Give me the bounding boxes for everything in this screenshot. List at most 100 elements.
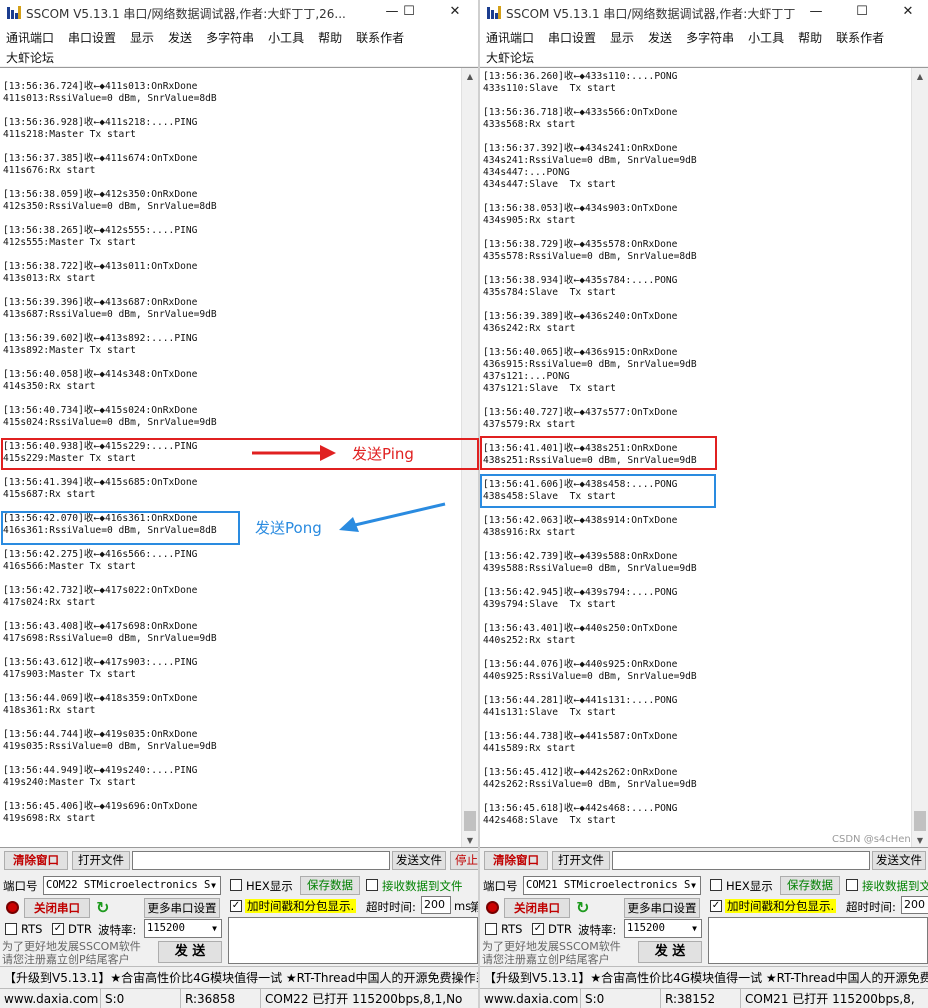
- pong-arrow-icon: [339, 502, 446, 532]
- save-data-button[interactable]: 保存数据: [300, 876, 360, 895]
- send-button[interactable]: 发 送: [158, 941, 222, 963]
- menu-item[interactable]: 多字符串: [206, 31, 254, 45]
- menu-item-forum[interactable]: 大虾论坛: [486, 49, 534, 66]
- log-scrollbar[interactable]: ▲ ▼: [911, 68, 928, 847]
- log-line: 438s251:RssiValue=0 dBm, SnrValue=9dB: [483, 455, 697, 466]
- menu-item[interactable]: 帮助: [318, 31, 342, 45]
- scroll-down-arrow-icon[interactable]: ▼: [462, 832, 478, 847]
- scroll-thumb[interactable]: [914, 811, 926, 831]
- log-line: [13:56:38.053]收←◆434s903:OnTxDone: [483, 203, 678, 214]
- port-select[interactable]: COM22 STMicroelectronics S ▼: [43, 876, 221, 895]
- ad-bar[interactable]: 【升级到V5.13.1】★合宙高性价比4G模块值得一试 ★RT-Thread中国…: [480, 966, 928, 988]
- menu-item[interactable]: 显示: [130, 31, 154, 45]
- scroll-thumb[interactable]: [464, 811, 476, 831]
- hex-display-checkbox[interactable]: [230, 879, 242, 891]
- log-line: 418s361:Rx start: [3, 705, 96, 716]
- log-line: 417s903:Master Tx start: [3, 669, 136, 680]
- log-line: [13:56:41.401]收←◆438s251:OnRxDone: [483, 443, 678, 454]
- ping-arrow-icon: [252, 445, 336, 461]
- timeout-unit: ms: [454, 899, 472, 913]
- baud-label: 波特率:: [98, 923, 137, 937]
- ad-bar[interactable]: 【升级到V5.13.1】★合宙高性价比4G模块值得一试 ★RT-Thread中国…: [0, 966, 478, 988]
- scroll-down-arrow-icon[interactable]: ▼: [912, 832, 928, 847]
- hint-line-2: 请您注册嘉立创P结尾客户: [482, 953, 610, 966]
- timestamp-label: 加时间戳和分包显示.: [725, 899, 837, 913]
- menu-item[interactable]: 联系作者: [836, 31, 884, 45]
- menu-item-forum[interactable]: 大虾论坛: [6, 49, 54, 66]
- menu-item[interactable]: 通讯端口: [486, 31, 534, 45]
- more-settings-button[interactable]: 更多串口设置: [624, 898, 700, 918]
- send-file-button[interactable]: 发送文件: [392, 851, 446, 870]
- dtr-checkbox[interactable]: ✓: [532, 923, 544, 935]
- log-scrollbar[interactable]: ▲ ▼: [461, 68, 478, 847]
- menu-item[interactable]: 帮助: [798, 31, 822, 45]
- maximize-button[interactable]: ☐: [393, 2, 425, 22]
- timeout-input[interactable]: 200: [421, 896, 451, 914]
- hex-display-label: HEX显示: [246, 879, 293, 893]
- port-label: 端口号: [3, 879, 38, 893]
- log-line: [13:56:39.602]收←◆413s892:....PING: [3, 333, 198, 344]
- log-line: 413s892:Master Tx start: [3, 345, 136, 356]
- recv-to-file-checkbox[interactable]: [846, 879, 858, 891]
- receive-log-area[interactable]: [13:56:36.260]收←◆433s110:....PONG 433s110…: [480, 67, 928, 848]
- menu-item[interactable]: 多字符串: [686, 31, 734, 45]
- minimize-button[interactable]: —: [800, 2, 832, 22]
- close-button[interactable]: ✕: [892, 2, 924, 22]
- menu-item[interactable]: 联系作者: [356, 31, 404, 45]
- status-port-info: COM22 已打开 115200bps,8,1,No: [260, 989, 462, 1008]
- dtr-label: DTR: [68, 922, 92, 936]
- refresh-icon[interactable]: ↻: [576, 900, 592, 916]
- send-file-button[interactable]: 发送文件: [872, 851, 926, 870]
- menu-item[interactable]: 发送: [168, 31, 192, 45]
- menu-item[interactable]: 串口设置: [68, 31, 116, 45]
- send-input[interactable]: [708, 917, 928, 964]
- scroll-up-arrow-icon[interactable]: ▲: [462, 68, 478, 85]
- menu-item[interactable]: 小工具: [268, 31, 304, 45]
- status-website[interactable]: www.daxia.com: [480, 989, 578, 1008]
- menu-item[interactable]: 小工具: [748, 31, 784, 45]
- refresh-icon[interactable]: ↻: [96, 900, 112, 916]
- log-line: 434s241:RssiValue=0 dBm, SnrValue=9dB: [483, 155, 697, 166]
- send-button[interactable]: 发 送: [638, 941, 702, 963]
- file-path-field[interactable]: [132, 851, 390, 870]
- log-line: [13:56:43.612]收←◆417s903:....PING: [3, 657, 198, 668]
- title-bar: SSCOM V5.13.1 串口/网络数据调试器,作者:大虾丁丁,26... —…: [0, 0, 478, 26]
- baud-select[interactable]: 115200 ▼: [624, 919, 702, 938]
- close-port-button[interactable]: 关闭串口: [24, 898, 90, 918]
- clear-window-button[interactable]: 清除窗口: [4, 851, 68, 870]
- menu-item[interactable]: 通讯端口: [6, 31, 54, 45]
- recv-to-file-checkbox[interactable]: [366, 879, 378, 891]
- file-path-field[interactable]: [612, 851, 870, 870]
- send-input[interactable]: [228, 917, 478, 964]
- close-port-button[interactable]: 关闭串口: [504, 898, 570, 918]
- timestamp-checkbox[interactable]: ✓: [230, 900, 242, 912]
- menu-item[interactable]: 发送: [648, 31, 672, 45]
- more-settings-button[interactable]: 更多串口设置: [144, 898, 220, 918]
- timeout-input[interactable]: 200: [901, 896, 928, 914]
- save-data-button[interactable]: 保存数据: [780, 876, 840, 895]
- maximize-button[interactable]: ☐: [846, 2, 878, 22]
- hint-line-2: 请您注册嘉立创P结尾客户: [2, 953, 130, 966]
- scroll-up-arrow-icon[interactable]: ▲: [912, 68, 928, 85]
- open-file-button[interactable]: 打开文件: [72, 851, 130, 870]
- hint-line-1: 为了更好地发展SSCOM软件: [2, 940, 141, 953]
- clear-window-button[interactable]: 清除窗口: [484, 851, 548, 870]
- stop-button[interactable]: 停止: [450, 851, 478, 870]
- timestamp-checkbox[interactable]: ✓: [710, 900, 722, 912]
- rts-checkbox[interactable]: [5, 923, 17, 935]
- dtr-checkbox[interactable]: ✓: [52, 923, 64, 935]
- hex-display-checkbox[interactable]: [710, 879, 722, 891]
- menu-item[interactable]: 显示: [610, 31, 634, 45]
- menu-item[interactable]: 串口设置: [548, 31, 596, 45]
- open-file-button[interactable]: 打开文件: [552, 851, 610, 870]
- status-website[interactable]: www.daxia.com: [0, 989, 98, 1008]
- port-select[interactable]: COM21 STMicroelectronics S ▼: [523, 876, 701, 895]
- baud-select[interactable]: 115200 ▼: [144, 919, 222, 938]
- close-button[interactable]: ✕: [439, 2, 471, 22]
- log-line: [13:56:42.945]收←◆439s794:....PONG: [483, 587, 678, 598]
- log-line: [13:56:40.065]收←◆436s915:OnRxDone: [483, 347, 678, 358]
- rts-checkbox[interactable]: [485, 923, 497, 935]
